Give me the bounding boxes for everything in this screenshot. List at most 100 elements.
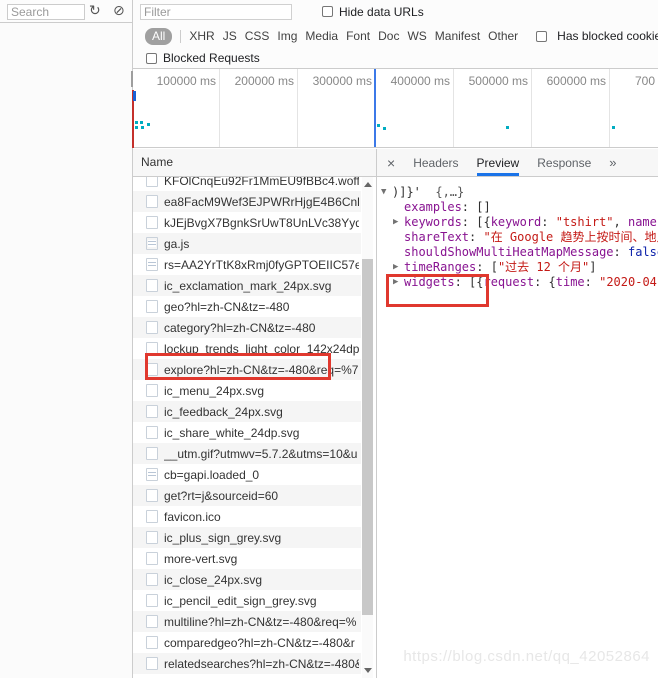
search-pane: ↻ ⊘ bbox=[0, 0, 132, 678]
table-row[interactable]: explore?hl=zh-CN&tz=-480&req=%7 bbox=[133, 359, 361, 380]
json-segment: ] bbox=[589, 260, 596, 274]
timeline-overview[interactable]: 100000 ms200000 ms300000 ms400000 ms5000… bbox=[133, 69, 658, 148]
table-row[interactable]: kJEjBvgX7BgnkSrUwT8UnLVc38Yydej bbox=[133, 212, 361, 233]
activity-dot bbox=[141, 126, 144, 129]
table-row[interactable]: lockup_trends_light_color_142x24dp.. bbox=[133, 338, 361, 359]
timeline-tick-label: 200000 ms bbox=[221, 74, 294, 88]
json-segment: examples bbox=[404, 200, 462, 214]
table-row[interactable]: category?hl=zh-CN&tz=-480 bbox=[133, 317, 361, 338]
refresh-icon[interactable]: ↻ bbox=[89, 2, 101, 19]
file-icon bbox=[146, 510, 158, 523]
table-row[interactable]: ea8FacM9Wef3EJPWRrHjgE4B6CnlZx bbox=[133, 191, 361, 212]
timeline-gridline bbox=[531, 69, 532, 148]
overflow-tabs-icon[interactable]: » bbox=[609, 155, 616, 170]
table-row[interactable]: KFOlCnqEu92Fr1MmEU9fBBc4.woff2 bbox=[133, 177, 361, 191]
script-file-icon bbox=[146, 468, 158, 481]
json-segment: false bbox=[628, 245, 658, 259]
filter-doc[interactable]: Doc bbox=[378, 29, 399, 43]
table-row[interactable]: cb=gapi.loaded_0 bbox=[133, 464, 361, 485]
file-icon bbox=[146, 489, 158, 502]
network-filter-toolbar: Hide data URLs AllXHRJSCSSImgMediaFontDo… bbox=[133, 0, 658, 69]
table-row[interactable]: ic_share_white_24dp.svg bbox=[133, 422, 361, 443]
json-segment: "过去 12 个月" bbox=[498, 260, 589, 274]
scroll-up-icon[interactable] bbox=[362, 177, 373, 192]
tab-preview[interactable]: Preview bbox=[477, 149, 520, 176]
request-name: lockup_trends_light_color_142x24dp.. bbox=[164, 342, 359, 356]
filter-ws[interactable]: WS bbox=[407, 29, 426, 43]
activity-dot bbox=[506, 126, 509, 129]
timeline-tick-label: 100000 ms bbox=[143, 74, 216, 88]
table-row[interactable]: multiline?hl=zh-CN&tz=-480&req=% bbox=[133, 611, 361, 632]
timeline-tick-label: 400000 ms bbox=[377, 74, 450, 88]
table-row[interactable]: ic_pencil_edit_sign_grey.svg bbox=[133, 590, 361, 611]
devtools-network-panel: ↻ ⊘ Hide data URLs AllXHRJSCSSImgMediaFo… bbox=[0, 0, 658, 678]
request-name: ga.js bbox=[164, 237, 359, 251]
filter-css[interactable]: CSS bbox=[245, 29, 270, 43]
disclosure-right-icon[interactable]: ▶ bbox=[393, 215, 404, 230]
json-tree-line: ▶widgets: [{request: {time: "2020-04-19 bbox=[393, 275, 658, 290]
file-icon bbox=[146, 216, 158, 229]
file-icon bbox=[146, 195, 158, 208]
scroll-down-icon[interactable] bbox=[362, 663, 373, 678]
activity-dot bbox=[383, 127, 386, 130]
activity-dot bbox=[377, 124, 380, 127]
filter-input[interactable] bbox=[140, 4, 292, 20]
request-name: category?hl=zh-CN&tz=-480 bbox=[164, 321, 359, 335]
filter-font[interactable]: Font bbox=[346, 29, 370, 43]
disclosure-right-icon[interactable]: ▶ bbox=[393, 275, 404, 290]
disclosure-down-icon[interactable]: ▼ bbox=[381, 185, 392, 200]
filter-js[interactable]: JS bbox=[223, 29, 237, 43]
json-segment: time bbox=[556, 275, 585, 289]
blocked-requests-label: Blocked Requests bbox=[163, 51, 260, 65]
json-segment: [] bbox=[476, 200, 490, 214]
table-row[interactable]: ic_plus_sign_grey.svg bbox=[133, 527, 361, 548]
table-row[interactable] bbox=[133, 674, 361, 678]
name-column-header[interactable]: Name bbox=[133, 149, 376, 177]
table-row[interactable]: ic_exclamation_mark_24px.svg bbox=[133, 275, 361, 296]
disclosure-right-icon[interactable]: ▶ bbox=[393, 260, 404, 275]
table-row[interactable]: ic_menu_24px.svg bbox=[133, 380, 361, 401]
file-icon bbox=[146, 177, 158, 187]
close-icon[interactable]: × bbox=[387, 156, 395, 170]
request-name: comparedgeo?hl=zh-CN&tz=-480&r bbox=[164, 636, 359, 650]
filter-all[interactable]: All bbox=[145, 28, 172, 45]
filter-other[interactable]: Other bbox=[488, 29, 518, 43]
table-row[interactable]: ic_feedback_24px.svg bbox=[133, 401, 361, 422]
scrollbar-thumb[interactable] bbox=[362, 259, 373, 615]
table-row[interactable]: favicon.ico bbox=[133, 506, 361, 527]
tab-headers[interactable]: Headers bbox=[413, 149, 458, 176]
preview-panel: ▼)]}' {,…}examples: []▶keywords: [{keywo… bbox=[378, 177, 658, 678]
table-row[interactable]: comparedgeo?hl=zh-CN&tz=-480&r bbox=[133, 632, 361, 653]
json-segment: request bbox=[483, 275, 534, 289]
table-row[interactable]: ga.js bbox=[133, 233, 361, 254]
has-blocked-cookies-checkbox[interactable] bbox=[536, 31, 547, 42]
json-segment: "在 Google 趋势上按时间、地点 bbox=[483, 230, 658, 244]
activity-dot bbox=[612, 126, 615, 129]
tab-response[interactable]: Response bbox=[537, 149, 591, 176]
table-row[interactable]: rs=AA2YrTtK8xRmj0fyGPTOEIIC57ejY bbox=[133, 254, 361, 275]
request-name: ic_pencil_edit_sign_grey.svg bbox=[164, 594, 359, 608]
blocked-requests-checkbox[interactable] bbox=[146, 53, 157, 64]
filter-img[interactable]: Img bbox=[277, 29, 297, 43]
filter-manifest[interactable]: Manifest bbox=[435, 29, 480, 43]
file-icon bbox=[146, 573, 158, 586]
table-row[interactable]: geo?hl=zh-CN&tz=-480 bbox=[133, 296, 361, 317]
search-toolbar: ↻ ⊘ bbox=[0, 0, 132, 23]
request-name: ic_close_24px.svg bbox=[164, 573, 359, 587]
table-row[interactable]: ic_close_24px.svg bbox=[133, 569, 361, 590]
clear-icon[interactable]: ⊘ bbox=[113, 2, 125, 19]
hide-data-urls-checkbox[interactable] bbox=[322, 6, 333, 17]
table-row[interactable]: more-vert.svg bbox=[133, 548, 361, 569]
search-input[interactable] bbox=[7, 4, 85, 20]
table-row[interactable]: get?rt=j&sourceid=60 bbox=[133, 485, 361, 506]
file-icon bbox=[146, 552, 158, 565]
request-name: ic_plus_sign_grey.svg bbox=[164, 531, 359, 545]
script-file-icon bbox=[146, 258, 158, 271]
filter-media[interactable]: Media bbox=[305, 29, 338, 43]
filter-xhr[interactable]: XHR bbox=[189, 29, 214, 43]
timeline-gridline bbox=[219, 69, 220, 148]
table-row[interactable]: relatedsearches?hl=zh-CN&tz=-480& bbox=[133, 653, 361, 674]
json-segment: : bbox=[585, 275, 599, 289]
table-row[interactable]: __utm.gif?utmwv=5.7.2&utms=10&u bbox=[133, 443, 361, 464]
list-scrollbar[interactable] bbox=[362, 177, 373, 678]
